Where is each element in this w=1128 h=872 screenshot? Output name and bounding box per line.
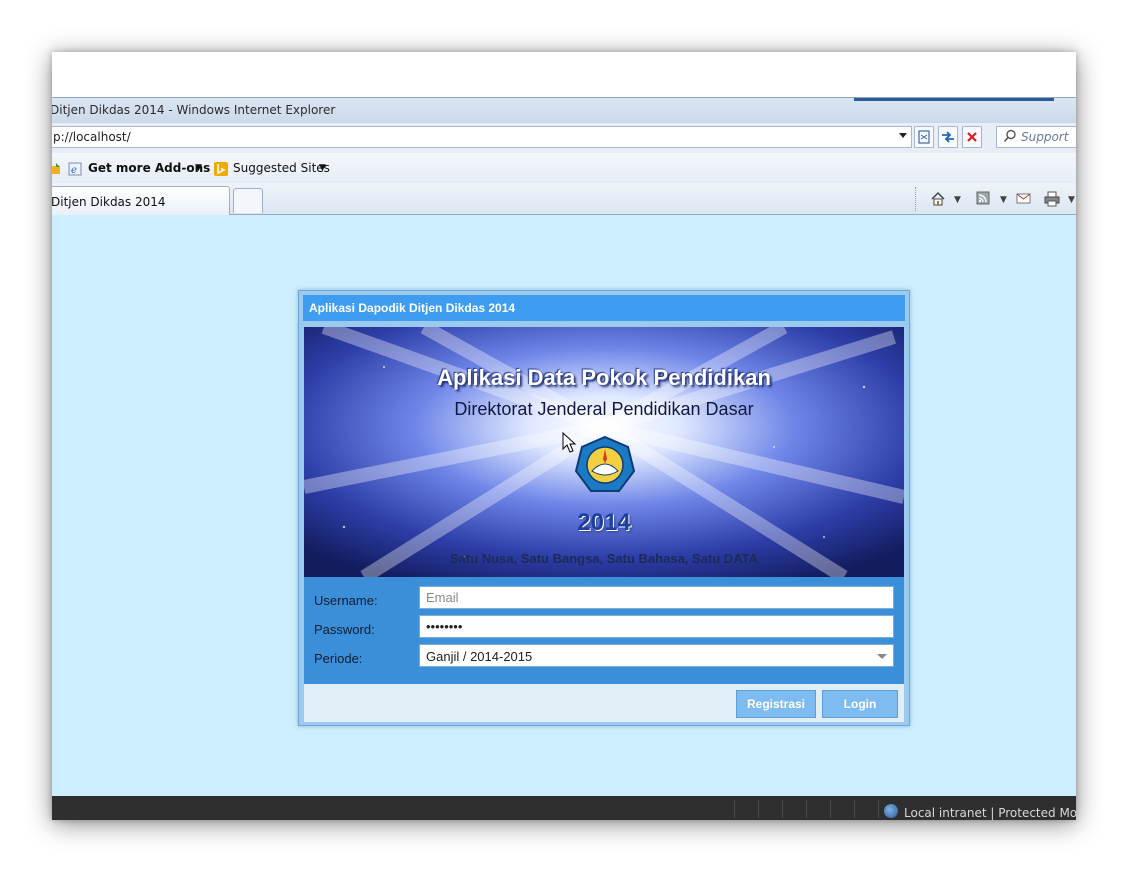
register-button[interactable]: Registrasi xyxy=(736,690,816,718)
status-divider xyxy=(806,800,807,818)
feeds-icon[interactable] xyxy=(976,191,990,209)
window-top-area xyxy=(52,52,1076,97)
window-title: Ditjen Dikdas 2014 - Windows Internet Ex… xyxy=(52,103,336,117)
search-box[interactable]: Support xyxy=(996,126,1076,148)
status-divider xyxy=(782,800,783,818)
banner-motto: Satu Nusa, Satu Bangsa, Satu Bahasa, Sat… xyxy=(450,551,758,566)
banner-year: 2014 xyxy=(577,509,631,536)
periode-label: Periode: xyxy=(314,651,363,666)
addons-icon[interactable] xyxy=(52,161,64,175)
search-placeholder: Support xyxy=(1021,130,1069,144)
print-dropdown-icon[interactable]: ▼ xyxy=(1068,195,1075,205)
print-icon[interactable] xyxy=(1044,191,1060,211)
new-tab-button[interactable] xyxy=(233,188,263,213)
chevron-down-icon[interactable] xyxy=(877,654,887,659)
feeds-dropdown-icon[interactable]: ▼ xyxy=(1000,195,1007,205)
status-bar: Local intranet | Protected Mode: xyxy=(52,796,1076,820)
search-icon[interactable] xyxy=(1003,129,1017,147)
home-icon[interactable] xyxy=(930,191,946,211)
button-bar: Registrasi Login xyxy=(304,684,904,722)
banner-subtitle: Direktorat Jenderal Pendidikan Dasar xyxy=(454,399,754,419)
banner-title: Aplikasi Data Pokok Pendidikan xyxy=(437,365,771,390)
tab-bar: Ditjen Dikdas 2014 ▼ ▼ ▼ xyxy=(52,183,1076,215)
svg-text:e: e xyxy=(71,165,77,176)
address-dropdown-icon[interactable] xyxy=(899,133,907,138)
page-content: Aplikasi Dapodik Ditjen Dikdas 2014 Apli… xyxy=(52,215,1076,796)
password-input[interactable] xyxy=(419,615,894,638)
get-addons-link[interactable]: Get more Add-ons xyxy=(88,161,210,175)
periode-select[interactable]: Ganjil / 2014-2015 xyxy=(419,644,894,667)
status-divider xyxy=(830,800,831,818)
address-bar-row: p://localhost/ Support xyxy=(52,123,1076,153)
status-divider xyxy=(878,800,879,818)
security-zone[interactable]: Local intranet | Protected Mode: xyxy=(904,806,1076,820)
login-panel: Aplikasi Dapodik Ditjen Dikdas 2014 Apli… xyxy=(298,290,910,726)
stop-icon[interactable] xyxy=(962,126,982,148)
ie-window: Ditjen Dikdas 2014 - Windows Internet Ex… xyxy=(52,52,1076,820)
ie-icon: e xyxy=(68,161,82,176)
banner-image: Aplikasi Data Pokok Pendidikan Direktora… xyxy=(304,327,904,577)
suggested-dropdown-icon[interactable]: ▼ xyxy=(319,163,326,173)
mail-icon[interactable] xyxy=(1016,191,1032,209)
status-divider xyxy=(854,800,855,818)
globe-icon xyxy=(884,804,898,818)
ministry-emblem xyxy=(574,435,636,497)
username-input[interactable] xyxy=(419,586,894,609)
password-label: Password: xyxy=(314,622,375,637)
address-url: p://localhost/ xyxy=(53,130,131,144)
tab-title: Ditjen Dikdas 2014 xyxy=(52,195,166,209)
panel-title: Aplikasi Dapodik Ditjen Dikdas 2014 xyxy=(309,301,516,315)
login-form: Username: Password: Periode: Ganjil / 20… xyxy=(304,577,904,684)
home-dropdown-icon[interactable]: ▼ xyxy=(954,195,961,205)
login-button[interactable]: Login xyxy=(822,690,898,718)
command-bar-separator xyxy=(915,187,916,211)
address-bar[interactable]: p://localhost/ xyxy=(52,126,912,148)
addons-dropdown-icon[interactable]: ▼ xyxy=(195,163,202,173)
suggested-sites-link[interactable]: Suggested Sites xyxy=(233,161,330,175)
tab-ditjen[interactable]: Ditjen Dikdas 2014 xyxy=(52,186,230,215)
periode-value: Ganjil / 2014-2015 xyxy=(426,649,533,664)
panel-header: Aplikasi Dapodik Ditjen Dikdas 2014 xyxy=(303,295,905,321)
status-divider xyxy=(734,800,735,818)
refresh-icon[interactable] xyxy=(938,126,958,148)
title-bar: Ditjen Dikdas 2014 - Windows Internet Ex… xyxy=(52,97,1076,123)
username-label: Username: xyxy=(314,593,378,608)
bing-icon xyxy=(214,161,228,176)
mouse-cursor xyxy=(562,432,578,454)
status-divider xyxy=(758,800,759,818)
compat-view-icon[interactable] xyxy=(914,126,934,148)
title-accent xyxy=(854,98,1054,101)
favorites-bar: e Get more Add-ons ▼ Suggested Sites ▼ xyxy=(52,153,1076,183)
